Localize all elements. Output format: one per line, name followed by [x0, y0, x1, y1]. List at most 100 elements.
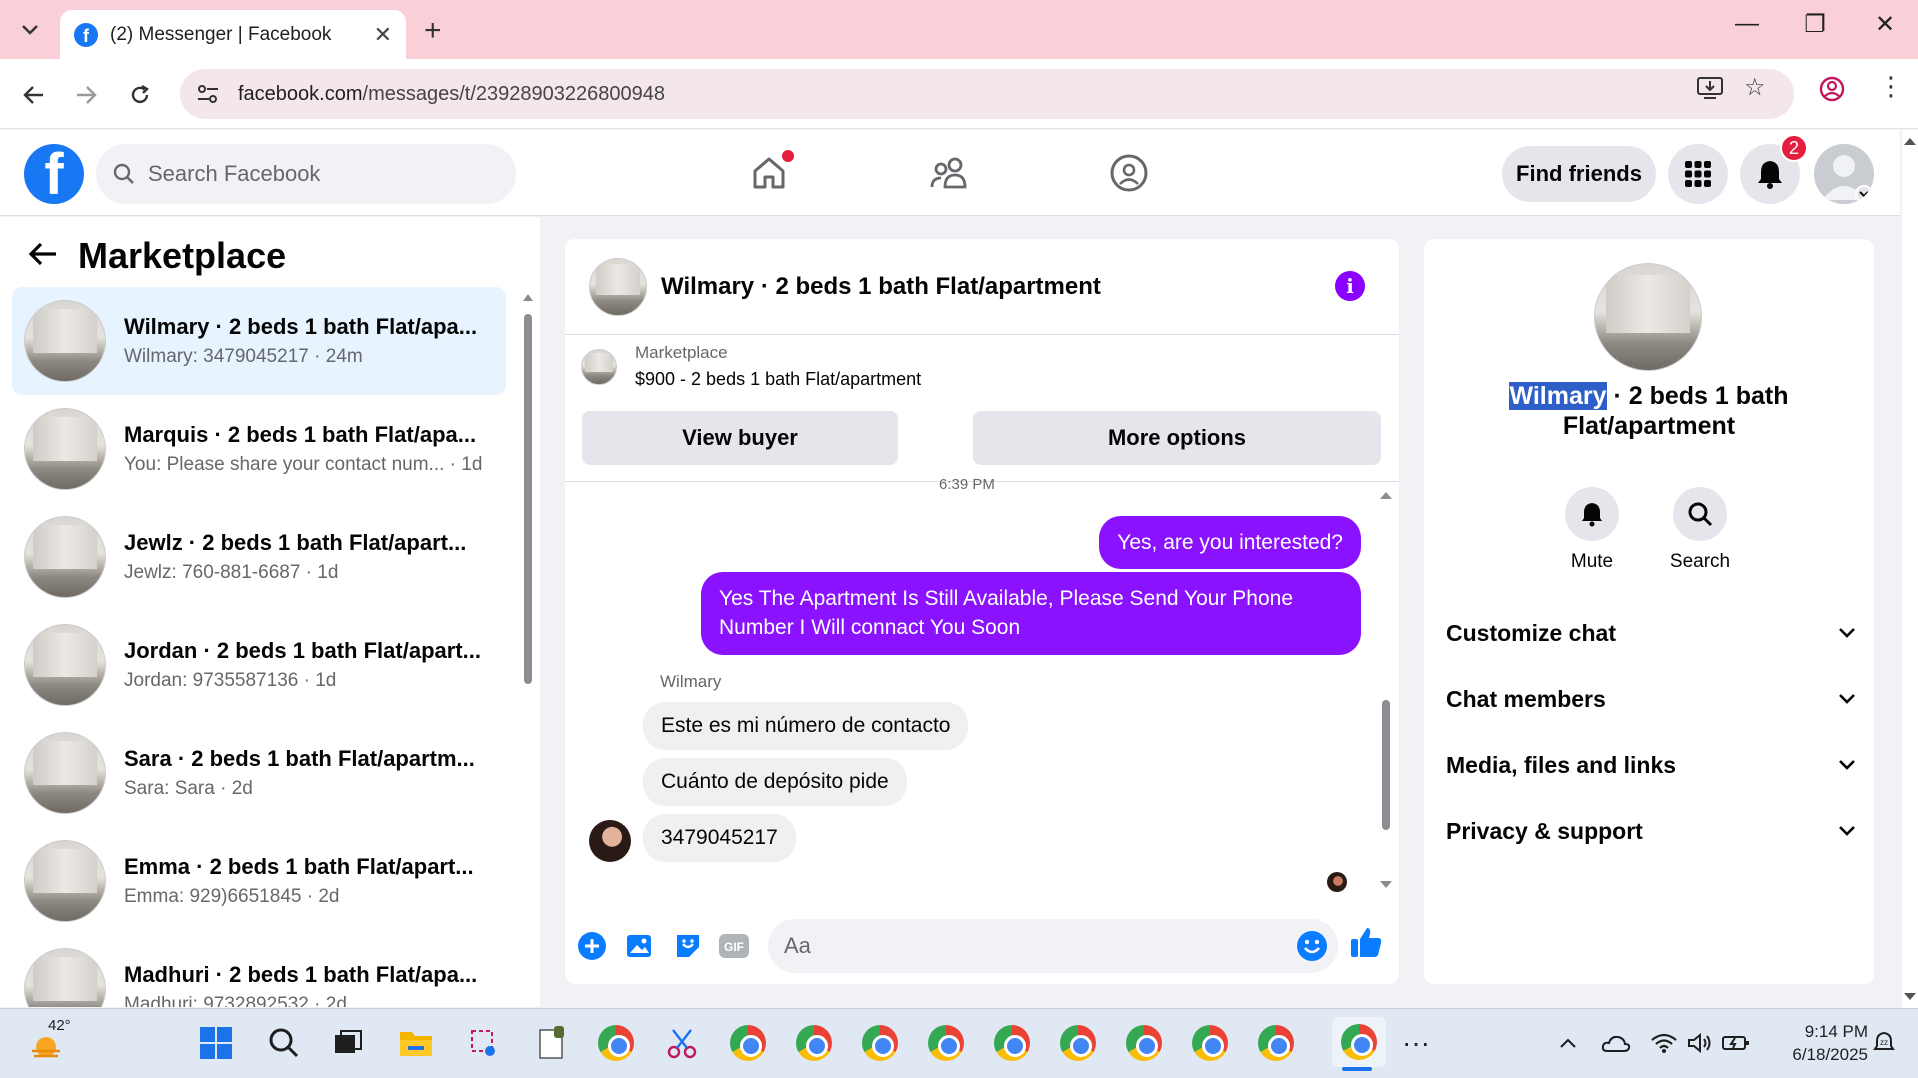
plus-circle-icon[interactable] — [575, 929, 609, 963]
groups-nav[interactable] — [1104, 148, 1154, 198]
outgoing-message[interactable]: Yes, are you interested? — [1099, 516, 1361, 570]
chrome-profile-icon[interactable] — [1190, 1023, 1230, 1063]
message-input[interactable]: Aa — [768, 919, 1338, 973]
emoji-icon[interactable] — [1296, 930, 1328, 962]
scroll-down-icon[interactable] — [1379, 880, 1393, 890]
sidebar-scrollbar[interactable] — [522, 292, 534, 1018]
task-view-icon[interactable] — [328, 1023, 368, 1063]
chrome-active-icon[interactable] — [1332, 1017, 1386, 1067]
site-settings-icon[interactable] — [196, 83, 220, 105]
close-window-button[interactable]: ✕ — [1860, 10, 1910, 39]
sticker-icon[interactable] — [671, 929, 705, 963]
conversation-item[interactable]: Jewlz · 2 beds 1 bath Flat/apart... Jewlz… — [12, 503, 506, 611]
chat-title[interactable]: Wilmary · 2 beds 1 bath Flat/apartment — [661, 273, 1101, 301]
new-tab-button[interactable]: + — [424, 14, 442, 48]
incoming-message[interactable]: Cuánto de depósito pide — [643, 758, 907, 806]
browser-menu-icon[interactable]: ⋮ — [1878, 71, 1904, 102]
tab-close-icon[interactable]: ✕ — [374, 22, 392, 48]
onedrive-icon[interactable] — [1596, 1023, 1636, 1063]
menu-button[interactable] — [1668, 144, 1728, 204]
friends-nav[interactable] — [924, 148, 974, 198]
conversation-item[interactable]: Madhuri · 2 beds 1 bath Flat/apa... Madhu… — [12, 935, 506, 1007]
info-icon[interactable]: i — [1335, 271, 1365, 301]
thread-scrollbar[interactable] — [1379, 490, 1393, 890]
chat-avatar[interactable] — [589, 257, 647, 316]
restore-button[interactable]: ❐ — [1790, 10, 1840, 39]
search-in-conversation-button[interactable]: Search — [1660, 487, 1740, 573]
chrome-profile-icon[interactable] — [596, 1023, 636, 1063]
profile-icon[interactable] — [1818, 75, 1846, 110]
thread-scroll-thumb[interactable] — [1382, 700, 1390, 830]
customize-chat-row[interactable]: Customize chat — [1446, 613, 1856, 653]
home-nav[interactable] — [744, 148, 794, 198]
file-explorer-icon[interactable] — [396, 1023, 436, 1063]
conversation-item[interactable]: Sara · 2 beds 1 bath Flat/apartm... Sara:… — [12, 719, 506, 827]
reload-button[interactable] — [120, 75, 160, 115]
volume-icon[interactable] — [1680, 1023, 1720, 1063]
photo-icon[interactable] — [623, 929, 657, 963]
browser-tab[interactable]: f (2) Messenger | Facebook ✕ — [60, 10, 406, 59]
conversation-preview: Jewlz: 760-881-6687 · 1d — [124, 562, 339, 583]
chrome-profile-icon[interactable] — [1256, 1023, 1296, 1063]
chrome-profile-icon[interactable] — [728, 1023, 768, 1063]
scroll-down-icon[interactable] — [1903, 992, 1917, 1002]
install-app-icon[interactable] — [1696, 75, 1724, 108]
more-options-button[interactable]: More options — [973, 411, 1381, 465]
minimize-button[interactable]: — — [1722, 10, 1772, 38]
chevron-down-icon — [1839, 694, 1855, 704]
wifi-icon[interactable] — [1644, 1023, 1684, 1063]
facebook-search-input[interactable]: Search Facebook — [96, 144, 516, 204]
conversation-item[interactable]: Marquis · 2 beds 1 bath Flat/apa... You: … — [12, 395, 506, 503]
bookmark-star-icon[interactable]: ☆ — [1744, 73, 1766, 102]
scissors-app-icon[interactable] — [662, 1023, 702, 1063]
account-avatar[interactable] — [1814, 144, 1874, 204]
system-clock[interactable]: 9:14 PM 6/18/2025 — [1792, 1021, 1868, 1067]
details-avatar[interactable] — [1594, 263, 1702, 371]
forward-button[interactable] — [66, 75, 106, 115]
back-button[interactable] — [14, 75, 54, 115]
find-friends-button[interactable]: Find friends — [1502, 146, 1656, 202]
address-bar[interactable]: facebook.com/messages/t/2392890322680094… — [180, 69, 1794, 119]
conversation-item[interactable]: Wilmary · 2 beds 1 bath Flat/apa... Wilma… — [12, 287, 506, 395]
thumbs-up-icon[interactable] — [1349, 925, 1383, 959]
media-files-links-row[interactable]: Media, files and links — [1446, 745, 1856, 785]
scroll-up-icon[interactable] — [522, 292, 534, 302]
chrome-profile-icon[interactable] — [860, 1023, 900, 1063]
notepad-app-icon[interactable] — [532, 1023, 572, 1063]
more-apps-icon[interactable]: ··· — [1396, 1023, 1436, 1063]
windows-start-icon[interactable] — [196, 1023, 236, 1063]
incoming-message[interactable]: Este es mi número de contacto — [643, 702, 969, 750]
chevron-down-icon — [1839, 826, 1855, 836]
chrome-profile-icon[interactable] — [794, 1023, 834, 1063]
back-arrow-icon[interactable] — [28, 237, 58, 276]
outgoing-message[interactable]: Yes The Apartment Is Still Available, Pl… — [701, 572, 1361, 655]
conversation-item[interactable]: Emma · 2 beds 1 bath Flat/apart... Emma: … — [12, 827, 506, 935]
notification-center-icon[interactable]: zz — [1864, 1023, 1904, 1063]
chat-members-row[interactable]: Chat members — [1446, 679, 1856, 719]
chrome-profile-icon[interactable] — [1058, 1023, 1098, 1063]
weather-widget[interactable]: 42° — [26, 1017, 76, 1067]
sender-avatar[interactable] — [589, 820, 631, 862]
incoming-message[interactable]: 3479045217 — [643, 814, 796, 862]
page-scrollbar[interactable] — [1902, 130, 1918, 1008]
mute-button[interactable]: Mute — [1552, 487, 1632, 573]
conversation-item[interactable]: Jordan · 2 beds 1 bath Flat/apart... Jord… — [12, 611, 506, 719]
sidebar-scroll-thumb[interactable] — [524, 314, 532, 684]
chrome-profile-icon[interactable] — [926, 1023, 966, 1063]
chrome-profile-icon[interactable] — [992, 1023, 1032, 1063]
view-buyer-button[interactable]: View buyer — [582, 411, 898, 465]
facebook-favicon-icon: f — [74, 22, 98, 47]
taskbar-search-icon[interactable] — [264, 1023, 304, 1063]
snipping-tool-icon[interactable] — [464, 1023, 504, 1063]
gif-icon[interactable]: GIF — [717, 929, 751, 963]
show-hidden-icons[interactable] — [1548, 1023, 1588, 1063]
privacy-support-row[interactable]: Privacy & support — [1446, 811, 1856, 851]
facebook-logo-icon[interactable]: f — [24, 144, 84, 204]
listing-price-title[interactable]: $900 - 2 beds 1 bath Flat/apartment — [635, 369, 921, 390]
listing-thumbnail — [24, 624, 106, 706]
scroll-up-icon[interactable] — [1379, 490, 1393, 500]
tab-search-button[interactable] — [10, 12, 50, 48]
chrome-profile-icon[interactable] — [1124, 1023, 1164, 1063]
scroll-up-icon[interactable] — [1903, 136, 1917, 146]
battery-icon[interactable] — [1716, 1023, 1756, 1063]
